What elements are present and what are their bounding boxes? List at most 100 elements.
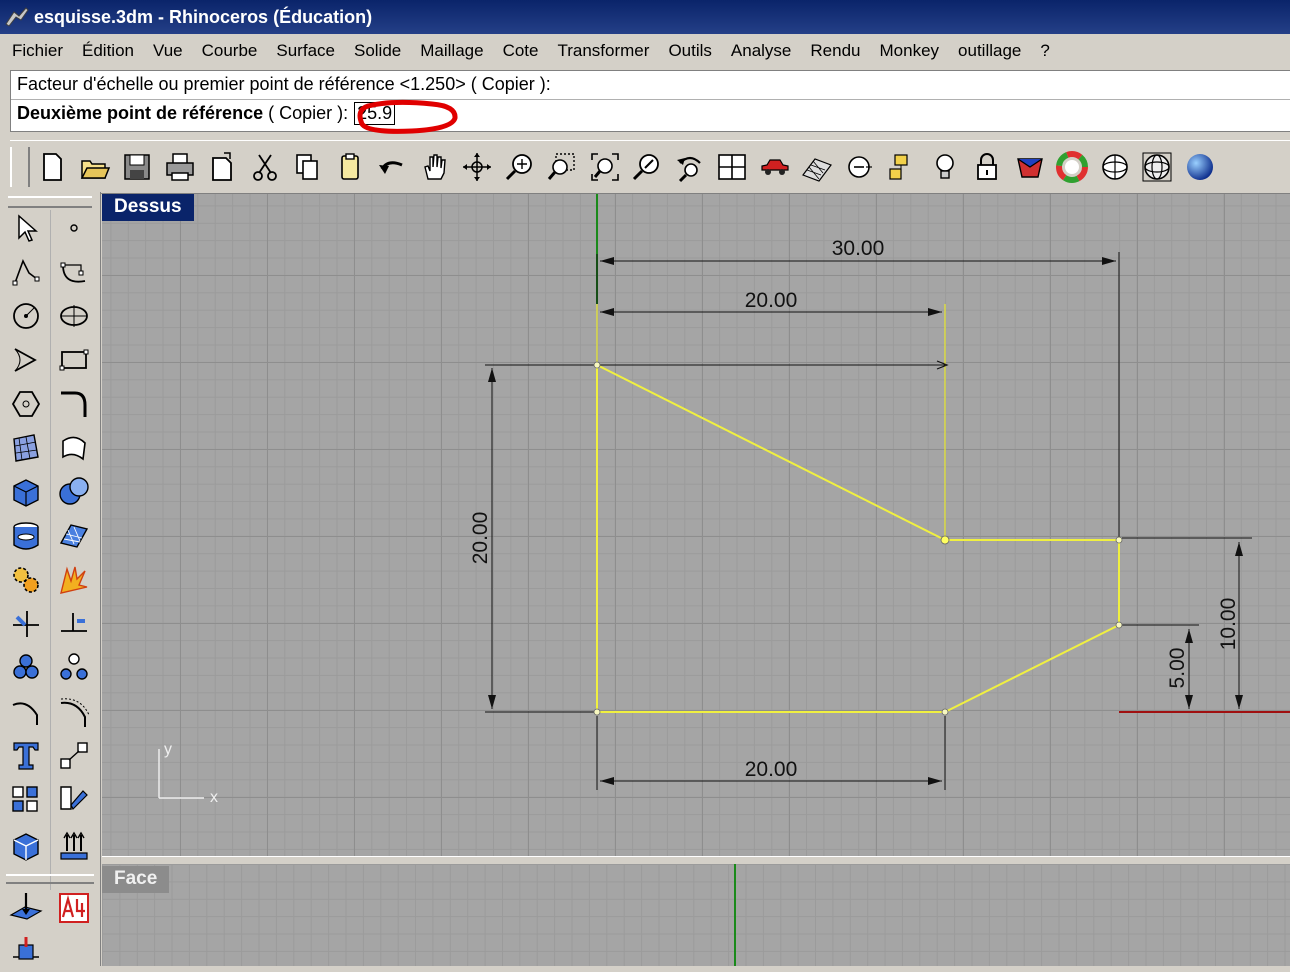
axis-x-label: x xyxy=(210,789,218,806)
dimension-5[interactable]: 5.00 xyxy=(1122,624,1199,709)
array-curve-icon[interactable] xyxy=(54,692,94,732)
dimension-20-vertical[interactable]: 20.00 xyxy=(469,364,597,713)
menu-bar: Fichier Édition Vue Courbe Surface Solid… xyxy=(0,34,1290,68)
menu-cote[interactable]: Cote xyxy=(493,41,548,61)
mirror-icon[interactable] xyxy=(54,780,94,820)
car-camera-icon[interactable] xyxy=(757,147,793,187)
viewport-title-top[interactable]: Dessus xyxy=(102,194,194,221)
undo-icon[interactable] xyxy=(374,147,410,187)
circle-icon[interactable] xyxy=(6,296,46,336)
print-icon[interactable] xyxy=(162,147,198,187)
menu-edition[interactable]: Édition xyxy=(72,41,143,61)
command-divider xyxy=(11,99,1290,100)
menu-solide[interactable]: Solide xyxy=(344,41,410,61)
ungroup-icon[interactable] xyxy=(54,648,94,688)
paste-icon[interactable] xyxy=(332,147,368,187)
undo-view-icon[interactable] xyxy=(672,147,708,187)
copy-icon[interactable] xyxy=(289,147,325,187)
command-area[interactable]: Facteur d'échelle ou premier point de ré… xyxy=(10,70,1290,132)
ellipse-icon[interactable] xyxy=(54,296,94,336)
box-solid-icon[interactable] xyxy=(6,472,46,512)
menu-vue[interactable]: Vue xyxy=(143,41,192,61)
menu-fichier[interactable]: Fichier xyxy=(0,41,72,61)
move-icon[interactable] xyxy=(54,736,94,776)
four-viewports-icon[interactable] xyxy=(714,147,750,187)
gears-icon[interactable] xyxy=(6,560,46,600)
menu-surface[interactable]: Surface xyxy=(266,41,344,61)
surface-from-points-icon[interactable] xyxy=(6,428,46,468)
layers-icon[interactable] xyxy=(884,147,920,187)
menu-monkey[interactable]: Monkey xyxy=(870,41,949,61)
new-file-icon[interactable] xyxy=(34,147,70,187)
drawing-canvas[interactable]: 30.00 20.00 20.00 20.00 10.00 5.00 y x xyxy=(102,194,1290,856)
left-toolbar-grip-2[interactable] xyxy=(6,874,94,884)
menu-help[interactable]: ? xyxy=(1030,41,1058,61)
shade-icon[interactable] xyxy=(1097,147,1133,187)
extrude-icon[interactable] xyxy=(54,826,94,866)
dimension-30[interactable]: 30.00 xyxy=(596,237,1120,540)
viewport-top[interactable]: 30.00 20.00 20.00 20.00 10.00 5.00 y x D… xyxy=(102,194,1290,856)
color-wheel-icon[interactable] xyxy=(1054,147,1090,187)
select-arrow-icon[interactable] xyxy=(6,208,46,248)
dimension-20-bottom[interactable]: 20.00 xyxy=(596,716,946,790)
viewport-front[interactable]: Face xyxy=(102,864,1290,966)
point-icon[interactable] xyxy=(54,208,94,248)
rhino-app-icon[interactable] xyxy=(4,4,30,30)
object-snap-icon[interactable] xyxy=(842,147,878,187)
dimension-label: 10.00 xyxy=(1217,598,1240,651)
open-folder-icon[interactable] xyxy=(77,147,113,187)
cylinder-icon[interactable] xyxy=(6,516,46,556)
zoom-selected-icon[interactable] xyxy=(629,147,665,187)
menu-courbe[interactable]: Courbe xyxy=(192,41,267,61)
split-icon[interactable] xyxy=(54,604,94,644)
lock-icon[interactable] xyxy=(969,147,1005,187)
axis-y-label: y xyxy=(164,741,172,758)
grid-snap-icon[interactable] xyxy=(799,147,835,187)
polygon-icon[interactable] xyxy=(6,384,46,424)
cut-icon[interactable] xyxy=(247,147,283,187)
command-history: Facteur d'échelle ou premier point de ré… xyxy=(17,74,551,94)
arc-polygon-icon[interactable] xyxy=(6,340,46,380)
left-toolbar-grip[interactable] xyxy=(8,196,92,208)
dimension-20-top[interactable]: 20.00 xyxy=(596,289,946,540)
menu-rendu[interactable]: Rendu xyxy=(800,41,869,61)
wireframe-sphere-icon[interactable] xyxy=(1139,147,1175,187)
save-icon[interactable] xyxy=(119,147,155,187)
mesh-plane-icon[interactable] xyxy=(54,516,94,556)
surface-patch-icon[interactable] xyxy=(54,428,94,468)
group-icon[interactable] xyxy=(6,648,46,688)
rotate-view-icon[interactable] xyxy=(459,147,495,187)
trim-icon[interactable] xyxy=(6,604,46,644)
zoom-extents-icon[interactable] xyxy=(587,147,623,187)
curve-control-points-icon[interactable] xyxy=(54,252,94,292)
solid-edit-icon[interactable] xyxy=(6,826,46,866)
lightbulb-icon[interactable] xyxy=(927,147,963,187)
menu-outils[interactable]: Outils xyxy=(658,41,720,61)
a4-layout-icon[interactable] xyxy=(54,888,94,928)
offset-curve-icon[interactable] xyxy=(6,692,46,732)
import-icon[interactable] xyxy=(204,147,240,187)
rectangle-icon[interactable] xyxy=(54,340,94,380)
explode-icon[interactable] xyxy=(54,560,94,600)
command-input[interactable]: 25.9 xyxy=(354,102,396,125)
boolean-union-icon[interactable] xyxy=(54,472,94,512)
fillet-curve-icon[interactable] xyxy=(54,384,94,424)
material-icon[interactable] xyxy=(1012,147,1048,187)
navigation-icon[interactable] xyxy=(6,932,46,972)
menu-analyse[interactable]: Analyse xyxy=(721,41,800,61)
zoom-window-icon[interactable] xyxy=(544,147,580,187)
render-sphere-icon[interactable] xyxy=(1182,147,1218,187)
toolbar-grip[interactable] xyxy=(10,147,30,187)
profile-polyline[interactable] xyxy=(596,364,1120,713)
blocks-icon[interactable] xyxy=(6,780,46,820)
text-icon[interactable] xyxy=(6,736,46,776)
plane-icon[interactable] xyxy=(6,888,46,928)
menu-maillage[interactable]: Maillage xyxy=(410,41,492,61)
viewport-title-front[interactable]: Face xyxy=(102,866,170,893)
polyline-icon[interactable] xyxy=(6,252,46,292)
copier-option[interactable]: ( Copier ): xyxy=(263,103,348,123)
pan-hand-icon[interactable] xyxy=(417,147,453,187)
zoom-in-out-icon[interactable] xyxy=(502,147,538,187)
menu-transformer[interactable]: Transformer xyxy=(547,41,658,61)
menu-outillage[interactable]: outillage xyxy=(948,41,1030,61)
